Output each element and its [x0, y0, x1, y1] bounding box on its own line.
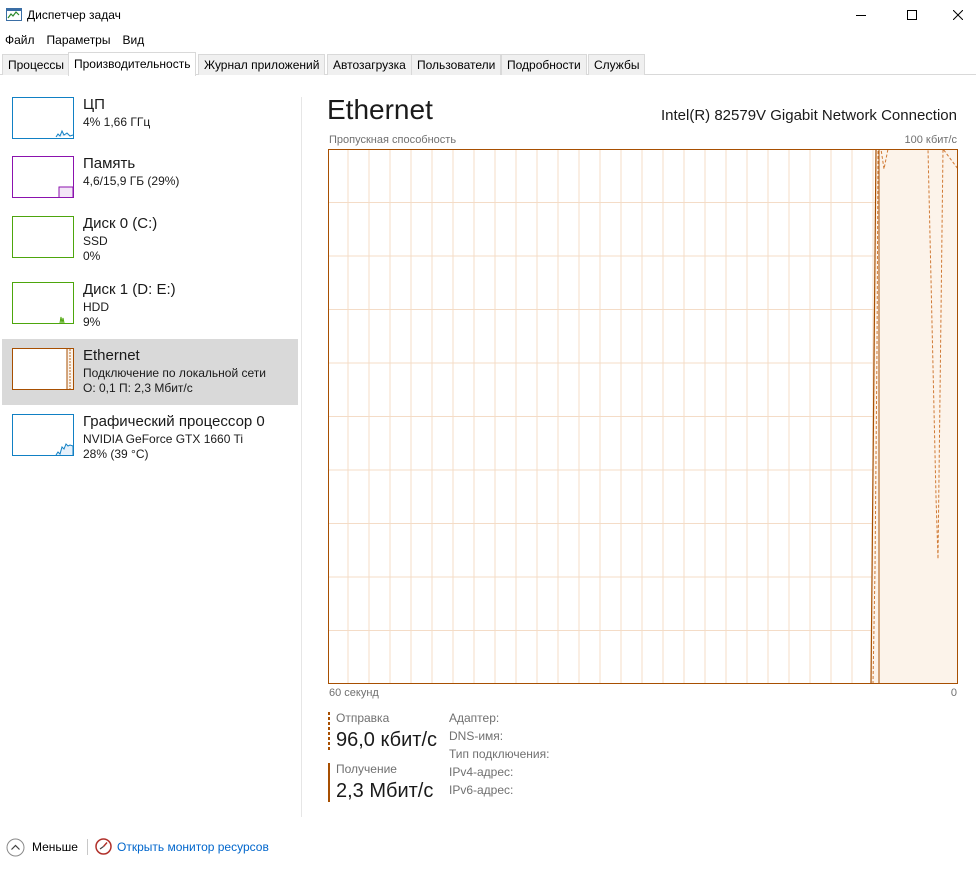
graph-label: Пропускная способность: [329, 134, 457, 146]
tab-details[interactable]: Подробности: [501, 54, 587, 75]
cpu-mini-graph: [12, 97, 74, 139]
fewer-details-button[interactable]: Меньше: [32, 840, 78, 854]
tab-users[interactable]: Пользователи: [411, 54, 502, 75]
info-adapter-label: Адаптер:: [449, 711, 500, 725]
sidebar-item-title: Память: [83, 155, 136, 172]
sidebar-item-disk1[interactable]: Диск 1 (D: E:) HDD 9%: [2, 277, 298, 343]
tab-processes[interactable]: Процессы: [2, 54, 71, 75]
sidebar-item-value: 9%: [83, 315, 101, 329]
sidebar-item-detail: NVIDIA GeForce GTX 1660 Ti: [83, 432, 244, 446]
panel-divider[interactable]: [301, 97, 302, 817]
info-dns-label: DNS-имя:: [449, 729, 504, 743]
menu-view[interactable]: Вид: [116, 30, 150, 50]
send-legend-bar: [328, 712, 330, 751]
adapter-name: Intel(R) 82579V Gigabit Network Connecti…: [661, 107, 957, 124]
send-value: 96,0 кбит/с: [336, 729, 438, 751]
receive-label: Получение: [336, 762, 397, 776]
axis-zero-label: 0: [950, 687, 957, 699]
menu-file[interactable]: Файл: [0, 30, 41, 50]
window-title: Диспетчер задач: [27, 8, 121, 22]
minimize-button[interactable]: [838, 0, 884, 30]
sidebar-item-detail: HDD: [83, 300, 109, 314]
sidebar-item-title: Графический процессор 0: [83, 413, 265, 430]
info-ipv6-label: IPv6-адрес:: [449, 783, 514, 797]
info-connection-type-label: Тип подключения:: [449, 747, 550, 761]
sidebar-item-value: 0%: [83, 249, 101, 263]
sidebar-item-disk0[interactable]: Диск 0 (C:) SSD 0%: [2, 211, 298, 277]
sidebar-item-ethernet[interactable]: Ethernet Подключение по локальной сети О…: [2, 339, 298, 405]
footer: Меньше Открыть монитор ресурсов: [0, 832, 976, 862]
receive-area: [871, 149, 958, 684]
maximize-button[interactable]: [889, 0, 935, 30]
sidebar-item-title: ЦП: [83, 96, 105, 113]
maximize-icon: [907, 10, 917, 20]
receive-value: 2,3 Мбит/с: [336, 780, 434, 802]
tab-services[interactable]: Службы: [588, 54, 646, 75]
throughput-graph[interactable]: [328, 149, 958, 684]
disk1-mini-graph: [12, 282, 74, 324]
memory-mini-graph: [12, 156, 74, 198]
page-title: Ethernet: [327, 94, 433, 125]
sidebar-item-value: 28% (39 °C): [83, 447, 149, 461]
sidebar-item-detail: 4% 1,66 ГГц: [83, 115, 151, 129]
menu-bar: Файл Параметры Вид: [0, 30, 150, 50]
gpu-mini-graph: [12, 414, 74, 456]
chevron-up-icon[interactable]: [6, 838, 25, 857]
open-resource-monitor-link[interactable]: Открыть монитор ресурсов: [117, 840, 269, 854]
tab-startup[interactable]: Автозагрузка: [327, 54, 412, 75]
axis-time-label: 60 секунд: [329, 687, 379, 699]
receive-legend-bar: [328, 763, 330, 802]
ethernet-mini-graph: [12, 348, 74, 390]
info-ipv4-label: IPv4-адрес:: [449, 765, 514, 779]
menu-options[interactable]: Параметры: [41, 30, 117, 50]
tab-app-history[interactable]: Журнал приложений: [198, 54, 326, 75]
tab-strip: Процессы Производительность Журнал прило…: [0, 52, 976, 76]
graph-max-label: 100 кбит/с: [904, 134, 957, 146]
resource-monitor-icon: [95, 838, 112, 855]
sidebar-item-detail: Подключение по локальной сети: [83, 366, 266, 380]
sidebar-item-title: Ethernet: [83, 347, 140, 364]
graph-grid: [328, 149, 958, 684]
sidebar-item-gpu[interactable]: Графический процессор 0 NVIDIA GeForce G…: [2, 409, 298, 475]
disk0-mini-graph: [12, 216, 74, 258]
sidebar-item-detail: SSD: [83, 234, 108, 248]
footer-divider: [87, 839, 88, 855]
send-label: Отправка: [336, 711, 390, 725]
close-icon: [953, 10, 963, 20]
sidebar-item-memory[interactable]: Память 4,6/15,9 ГБ (29%): [2, 151, 298, 217]
minimize-icon: [856, 15, 866, 16]
sidebar-item-detail: 4,6/15,9 ГБ (29%): [83, 174, 180, 188]
sidebar-item-title: Диск 1 (D: E:): [83, 281, 176, 298]
task-manager-icon: [6, 8, 22, 21]
close-button[interactable]: [935, 0, 976, 30]
sidebar-item-value: О: 0,1 П: 2,3 Мбит/с: [83, 381, 193, 395]
tab-performance[interactable]: Производительность: [68, 52, 197, 76]
sidebar-item-title: Диск 0 (C:): [83, 215, 158, 232]
sidebar-item-cpu[interactable]: ЦП 4% 1,66 ГГц: [2, 92, 298, 158]
title-bar: Диспетчер задач: [0, 0, 976, 30]
